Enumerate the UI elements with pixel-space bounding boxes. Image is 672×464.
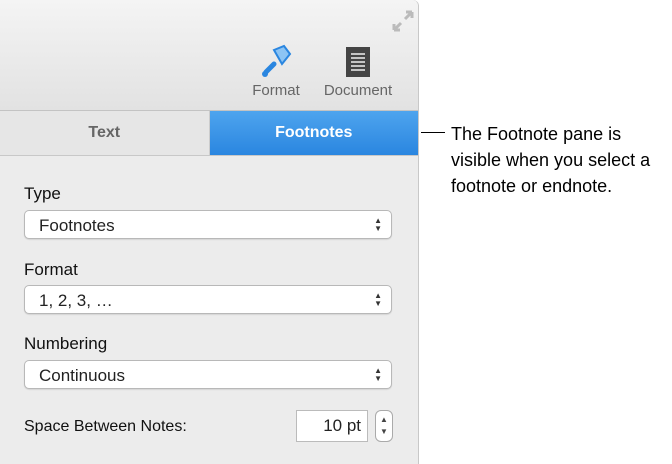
- format-section-label: Format: [24, 260, 78, 279]
- numbering-label: Numbering: [24, 334, 108, 353]
- document-label: Document: [323, 82, 393, 99]
- space-between-notes-label: Space Between Notes:: [24, 418, 187, 435]
- expand-icon[interactable]: [392, 10, 414, 32]
- space-between-notes-input[interactable]: 10 pt: [296, 410, 368, 442]
- format-label: Format: [252, 82, 300, 99]
- tab-footnotes[interactable]: Footnotes: [209, 111, 418, 155]
- format-select[interactable]: 1, 2, 3, … ▲ ▼: [24, 285, 392, 314]
- inspector-toolbar: Format Document: [0, 0, 418, 111]
- paintbrush-icon: [246, 44, 306, 80]
- numbering-select[interactable]: Continuous ▲ ▼: [24, 360, 392, 389]
- tab-text[interactable]: Text: [0, 111, 210, 155]
- type-select[interactable]: Footnotes ▲ ▼: [24, 210, 392, 239]
- type-label: Type: [24, 184, 61, 203]
- callout-line: [421, 132, 445, 133]
- callout-text: The Footnote pane is visible when you se…: [451, 124, 651, 196]
- document-icon: [316, 44, 400, 80]
- updown-arrows-icon: ▲ ▼: [374, 291, 382, 308]
- space-stepper[interactable]: ▲ ▼: [375, 410, 393, 442]
- updown-arrows-icon: ▲ ▼: [374, 216, 382, 233]
- updown-arrows-icon: ▲ ▼: [374, 366, 382, 383]
- footnotes-inspector-panel: Format Document Text Footnotes Type Foot…: [0, 0, 419, 464]
- type-value: Footnotes: [39, 216, 115, 235]
- format-value: 1, 2, 3, …: [39, 291, 113, 310]
- document-button[interactable]: Document: [316, 44, 400, 99]
- numbering-value: Continuous: [39, 366, 126, 385]
- format-button[interactable]: Format: [246, 44, 306, 99]
